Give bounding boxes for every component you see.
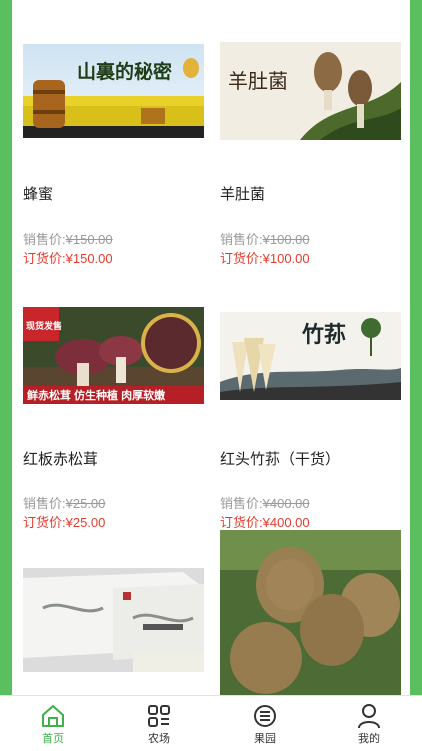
tab-home[interactable]: 首页: [0, 696, 106, 751]
order-price-label: 订货价:: [23, 251, 66, 266]
tab-farm[interactable]: 农场: [106, 696, 212, 751]
tab-orchard[interactable]: 果园: [212, 696, 318, 751]
product-name[interactable]: 红板赤松茸: [23, 448, 98, 469]
product-name[interactable]: 蜂蜜: [23, 183, 53, 204]
order-price-value: ¥150.00: [65, 251, 113, 266]
sale-price-value: ¥25.00: [65, 496, 106, 511]
sale-price-line: 销售价:¥25.00: [23, 493, 105, 512]
tab-label: 首页: [42, 733, 64, 745]
product-image-gift-box[interactable]: [23, 568, 204, 672]
honey-banner-text: 山裏的秘密: [77, 60, 172, 83]
sale-price-line: 销售价:¥150.00: [23, 229, 113, 248]
product-image-bamboo-fungus[interactable]: 竹荪: [220, 312, 401, 400]
order-price-line: 订货价:¥400.00: [220, 512, 310, 531]
product-card-red-mushroom[interactable]: 现货发售 鲜赤松茸 仿生种植 肉厚软嫩 红板赤松茸 销售价:¥25.00 订货价…: [23, 300, 204, 535]
product-name[interactable]: 羊肚菌: [220, 183, 265, 204]
badge-text: 现货发售: [26, 320, 62, 331]
sale-price-value: ¥400.00: [262, 496, 310, 511]
tab-mine[interactable]: 我的: [316, 696, 422, 751]
order-price-value: ¥25.00: [65, 515, 106, 530]
order-price-line: 订货价:¥150.00: [23, 248, 113, 267]
user-icon: [358, 704, 380, 729]
tab-label: 果园: [254, 733, 276, 745]
product-card-honey[interactable]: 山裏的秘密 蜂蜜 销售价:¥150.00 订货价:¥150.00: [23, 0, 204, 270]
product-image-kiwi[interactable]: [220, 530, 401, 695]
sale-price-label: 销售价:: [220, 496, 263, 511]
order-price-value: ¥100.00: [262, 251, 310, 266]
bottom-tab-bar: 首页 农场 果园 我的: [0, 695, 422, 751]
home-icon: [42, 705, 64, 727]
sale-price-label: 销售价:: [23, 232, 66, 247]
sale-price-value: ¥100.00: [262, 232, 310, 247]
list-circle-icon: [254, 705, 276, 727]
order-price-label: 订货价:: [220, 251, 263, 266]
product-name[interactable]: 红头竹荪（干货）: [220, 448, 340, 469]
order-price-line: 订货价:¥100.00: [220, 248, 310, 267]
product-image-honey[interactable]: 山裏的秘密: [23, 44, 204, 138]
product-image-morel[interactable]: 羊肚菌: [220, 42, 401, 140]
order-price-label: 订货价:: [220, 515, 263, 530]
tab-label: 农场: [148, 733, 170, 745]
product-grid: 山裏的秘密 蜂蜜 销售价:¥150.00 订货价:¥150.00 羊肚菌 羊肚菌: [12, 0, 410, 695]
product-card-morel[interactable]: 羊肚菌 羊肚菌 销售价:¥100.00 订货价:¥100.00: [220, 0, 401, 270]
sale-price-label: 销售价:: [220, 232, 263, 247]
bamboo-fungus-banner-text: 竹荪: [301, 322, 346, 347]
product-card-bamboo-fungus[interactable]: 竹荪 红头竹荪（干货） 销售价:¥400.00 订货价:¥400.00: [220, 300, 401, 535]
product-image-red-mushroom[interactable]: 现货发售 鲜赤松茸 仿生种植 肉厚软嫩: [23, 307, 204, 404]
order-price-value: ¥400.00: [262, 515, 310, 530]
sale-price-line: 销售价:¥400.00: [220, 493, 310, 512]
sale-price-value: ¥150.00: [65, 232, 113, 247]
order-price-line: 订货价:¥25.00: [23, 512, 105, 531]
tab-label: 我的: [358, 733, 380, 745]
sale-price-label: 销售价:: [23, 496, 66, 511]
morel-banner-text: 羊肚菌: [228, 70, 288, 93]
sale-price-line: 销售价:¥100.00: [220, 229, 310, 248]
order-price-label: 订货价:: [23, 515, 66, 530]
grid-icon: [148, 705, 170, 727]
red-mushroom-banner-text: 鲜赤松茸 仿生种植 肉厚软嫩: [27, 388, 166, 402]
